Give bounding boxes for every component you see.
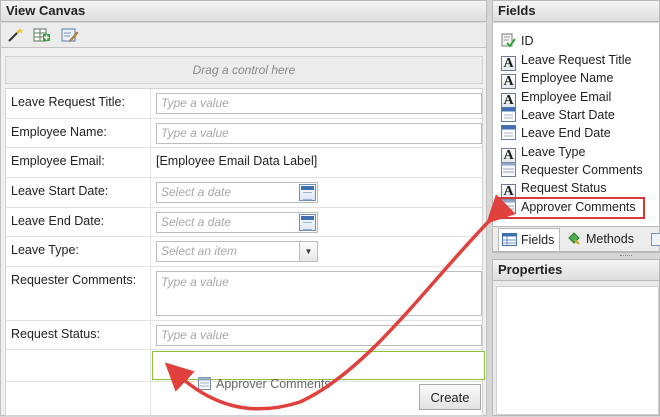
canvas-toolbar [0,23,487,48]
field-item-id[interactable]: ID [501,32,534,50]
form-row-requester-comments: Requester Comments: Type a value [6,267,482,321]
field-item-label: Leave Start Date [521,108,615,122]
add-table-icon[interactable] [33,27,51,43]
tab-label: Methods [586,232,634,246]
fields-header: Fields [492,0,660,22]
field-item-request-status[interactable]: A Request Status [501,179,607,199]
drop-zone[interactable]: Drag a control here [5,56,483,84]
view-canvas: Drag a control here Leave Request Title:… [0,48,487,417]
leave-start-date-picker[interactable]: Select a date [156,182,318,203]
field-item-label: Request Status [521,181,607,195]
field-item-employee-email[interactable]: A Employee Email [501,88,612,108]
properties-panel [492,281,660,416]
field-label: Employee Name: [6,119,151,147]
drop-target-cell[interactable] [152,351,485,380]
date-field-icon [501,125,516,140]
approver-comments-highlight [497,197,645,219]
field-label: Leave Type: [6,237,151,266]
employee-email-data-label: [Employee Email Data Label] [156,154,318,168]
field-label: Employee Email: [6,148,151,177]
field-label: Leave Request Title: [6,89,151,118]
field-item-leave-request-title[interactable]: A Leave Request Title [501,51,632,71]
field-item-label: Leave Request Title [521,53,632,67]
date-field-icon [501,107,516,122]
field-label: Leave Start Date: [6,178,151,207]
panel-tabs: Fields Methods [492,226,660,252]
leave-end-date-picker[interactable]: Select a date [156,212,318,233]
empty-label-cell [6,350,151,381]
field-item-leave-end-date[interactable]: Leave End Date [501,124,611,142]
id-check-icon [501,33,516,48]
field-item-leave-start-date[interactable]: Leave Start Date [501,106,615,124]
form-row-request-status: Request Status: Type a value [6,321,482,350]
form-row-leave-type: Leave Type: Select an item ▼ [6,237,482,267]
field-item-employee-name[interactable]: A Employee Name [501,69,614,89]
field-item-requester-comments[interactable]: Requester Comments [501,161,643,179]
form-row-leave-end-date: Leave End Date: Select a date [6,208,482,237]
requester-comments-textarea[interactable]: Type a value [156,271,482,316]
edit-form-icon[interactable] [61,27,79,43]
properties-header: Properties [492,259,660,281]
fields-title: Fields [498,3,536,18]
select-placeholder: Select an item [161,244,238,258]
calendar-icon[interactable] [299,184,316,201]
view-canvas-header: View Canvas [0,0,487,22]
form-row-employee-name: Employee Name: Type a value [6,119,482,148]
memo-field-icon [501,162,516,177]
tab-fields[interactable]: Fields [498,228,560,251]
drag-ghost-label: Approver Comments [216,377,331,391]
form-table: Leave Request Title: Type a value Employ… [5,88,485,417]
chevron-down-icon[interactable]: ▼ [299,242,317,261]
magic-wand-icon[interactable] [6,27,24,43]
field-label: Leave End Date: [6,208,151,236]
leave-type-select[interactable]: Select an item ▼ [156,241,318,262]
drag-ghost: Approver Comments [198,377,331,391]
methods-icon [567,231,582,246]
form-row-leave-start-date: Leave Start Date: Select a date [6,178,482,208]
field-item-label: Leave Type [521,145,586,159]
form-row-employee-email: Employee Email: [Employee Email Data Lab… [6,148,482,178]
text-field-icon: A [501,74,516,89]
field-item-label: Requester Comments [521,163,643,177]
view-canvas-title: View Canvas [6,3,86,18]
properties-title: Properties [498,262,563,277]
create-button[interactable]: Create [419,384,481,410]
date-placeholder: Select a date [161,185,232,199]
leave-request-title-input[interactable]: Type a value [156,93,482,114]
calendar-icon[interactable] [299,214,316,231]
form-row-leave-request-title: Leave Request Title: Type a value [6,89,482,119]
date-placeholder: Select a date [161,215,232,229]
field-label: Request Status: [6,321,151,349]
field-label: Requester Comments: [6,267,151,320]
field-item-label: Leave End Date [521,126,611,140]
request-status-input[interactable]: Type a value [156,325,482,346]
tab-methods[interactable]: Methods [564,228,644,251]
empty-label-cell [6,382,151,417]
memo-field-icon [198,377,211,390]
employee-name-input[interactable]: Type a value [156,123,482,144]
tab-label: Fields [521,233,555,247]
field-item-label: Employee Name [521,71,614,85]
field-item-leave-type[interactable]: A Leave Type [501,143,586,163]
properties-content [496,286,659,415]
field-item-label: ID [521,34,534,48]
table-icon [502,232,517,247]
field-item-label: Employee Email [521,90,612,104]
more-tabs-icon[interactable] [651,233,660,246]
